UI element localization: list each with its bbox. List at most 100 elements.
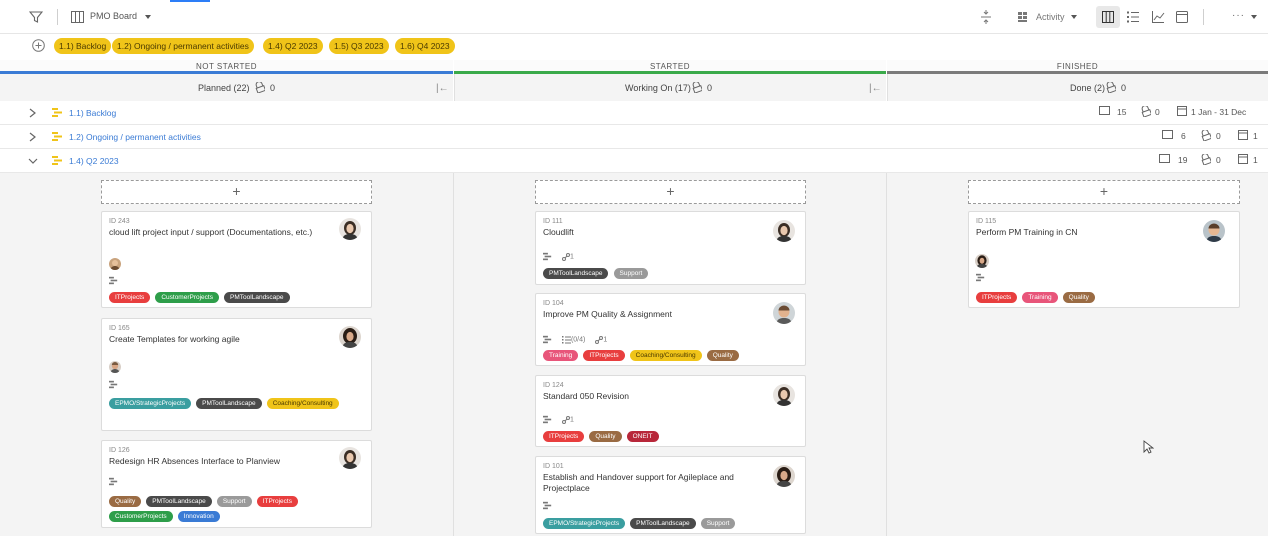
card-165[interactable]: ID 165 Create Templates for working agil… xyxy=(101,318,372,431)
tag[interactable]: ITProjects xyxy=(976,292,1018,303)
expand-lanes-icon[interactable] xyxy=(978,9,994,25)
avatar[interactable] xyxy=(339,326,361,348)
swimlane-icon[interactable] xyxy=(1016,9,1032,25)
card-111[interactable]: ID 111 Cloudlift 1 PMToolLandscape Suppo… xyxy=(535,211,806,285)
chevron-right-icon[interactable] xyxy=(28,108,37,118)
checklist-progress: (0/4) xyxy=(570,336,586,344)
tag[interactable]: EPMO/StrategicProjects xyxy=(109,398,192,409)
lane-icon xyxy=(109,276,118,286)
column-header-working-on[interactable]: Working On (17) 0 |← xyxy=(454,74,886,102)
lane-chip[interactable]: 1.2) Ongoing / permanent activities xyxy=(112,38,254,54)
tag[interactable]: Coaching/Consulting xyxy=(266,398,339,409)
tag[interactable]: Quality xyxy=(589,431,622,442)
lane-icon xyxy=(976,273,985,283)
chevron-right-icon[interactable] xyxy=(28,132,37,142)
swimlane-backlog[interactable]: 1.1) Backlog 15 0 1 Jan - 31 Dec xyxy=(0,101,1268,125)
collapse-column-icon[interactable]: |← xyxy=(436,83,449,94)
chevron-down-icon[interactable] xyxy=(1251,15,1257,19)
lane-chip[interactable]: 1.4) Q2 2023 xyxy=(263,38,323,54)
tag[interactable]: ITProjects xyxy=(543,431,585,442)
group-header-not-started: NOT STARTED xyxy=(0,60,453,74)
more-menu-button[interactable]: ··· xyxy=(1232,10,1245,21)
add-card-button[interactable]: + xyxy=(535,180,806,204)
card-title: Create Templates for working agile xyxy=(109,334,240,344)
avatar[interactable] xyxy=(109,258,121,270)
avatar[interactable] xyxy=(773,384,795,406)
tag[interactable]: Support xyxy=(216,496,252,507)
filter-icon[interactable] xyxy=(29,10,43,24)
activity-dropdown[interactable]: Activity xyxy=(1036,12,1065,22)
chevron-down-icon[interactable] xyxy=(1071,15,1077,19)
board-icon xyxy=(71,11,84,23)
tag[interactable]: Quality xyxy=(706,350,739,361)
card-meta-row: 1 xyxy=(543,415,574,425)
tag[interactable]: PMToolLandscape xyxy=(146,496,212,507)
tag[interactable]: PMToolLandscape xyxy=(543,268,609,279)
swimlane-ongoing[interactable]: 1.2) Ongoing / permanent activities 6 0 … xyxy=(0,125,1268,149)
board-title[interactable]: PMO Board xyxy=(90,11,137,21)
board-view-button[interactable] xyxy=(1096,6,1120,28)
tag[interactable]: Training xyxy=(543,350,579,361)
avatar[interactable] xyxy=(975,254,989,268)
tag[interactable]: Coaching/Consulting xyxy=(629,350,702,361)
child-count: 1 xyxy=(603,336,608,344)
avatar[interactable] xyxy=(773,465,795,487)
tag[interactable]: Quality xyxy=(1062,292,1095,303)
column-header-done[interactable]: Done (2) 0 xyxy=(887,74,1268,102)
avatar[interactable] xyxy=(339,447,361,469)
chart-view-button[interactable] xyxy=(1146,6,1170,28)
add-card-button[interactable]: + xyxy=(968,180,1240,204)
tag[interactable]: CustomerProjects xyxy=(109,511,173,522)
tag[interactable]: EPMO/StrategicProjects xyxy=(543,518,626,529)
add-filter-icon[interactable] xyxy=(32,39,45,52)
card-126[interactable]: ID 126 Redesign HR Absences Interface to… xyxy=(101,440,372,528)
tag[interactable]: Innovation xyxy=(177,511,220,522)
tag[interactable]: CustomerProjects xyxy=(155,292,219,303)
column-header-planned[interactable]: Planned (22) 0 |← xyxy=(0,74,453,102)
list-view-button[interactable] xyxy=(1121,6,1145,28)
avatar[interactable] xyxy=(773,302,795,324)
calendar-view-button[interactable] xyxy=(1170,6,1194,28)
toolbar-divider xyxy=(57,9,58,25)
tag[interactable]: Quality xyxy=(109,496,142,507)
child-cards-icon xyxy=(561,415,570,424)
card-243[interactable]: ID 243 cloud lift project input / suppor… xyxy=(101,211,372,308)
lane-chip[interactable]: 1.6) Q4 2023 xyxy=(395,38,455,54)
tag[interactable]: PMToolLandscape xyxy=(224,292,290,303)
tag[interactable]: PMToolLandscape xyxy=(196,398,262,409)
tag-list: ITProjects Training Quality xyxy=(976,292,1211,307)
chevron-down-icon[interactable] xyxy=(145,15,151,19)
tag-list: PMToolLandscape Support xyxy=(543,268,778,283)
lane-title[interactable]: 1.4) Q2 2023 xyxy=(69,156,119,166)
avatar[interactable] xyxy=(1203,220,1225,242)
card-101[interactable]: ID 101 Establish and Handover support fo… xyxy=(535,456,806,534)
avatar[interactable] xyxy=(773,220,795,242)
lane-chip[interactable]: 1.1) Backlog xyxy=(54,38,112,54)
tag[interactable]: ONEIT xyxy=(626,431,659,442)
lane-title[interactable]: 1.1) Backlog xyxy=(69,108,116,118)
card-115[interactable]: ID 115 Perform PM Training in CN ITProje… xyxy=(968,211,1240,308)
lane-title[interactable]: 1.2) Ongoing / permanent activities xyxy=(69,132,201,142)
child-count: 1 xyxy=(569,253,574,261)
card-title: Establish and Handover support for Agile… xyxy=(543,472,734,493)
tag[interactable]: ITProjects xyxy=(109,292,151,303)
card-meta-row: 1 xyxy=(543,252,574,262)
tag[interactable]: Training xyxy=(1022,292,1058,303)
lane-icon xyxy=(543,415,552,424)
tag[interactable]: PMToolLandscape xyxy=(630,518,696,529)
tag[interactable]: Support xyxy=(700,518,736,529)
card-104[interactable]: ID 104 Improve PM Quality & Assignment (… xyxy=(535,293,806,366)
tag[interactable]: ITProjects xyxy=(583,350,625,361)
chevron-down-icon[interactable] xyxy=(28,156,38,166)
tag[interactable]: ITProjects xyxy=(256,496,298,507)
add-card-button[interactable]: + xyxy=(101,180,372,204)
swimlane-q2-2023[interactable]: 1.4) Q2 2023 19 0 1 xyxy=(0,149,1268,173)
avatar[interactable] xyxy=(339,218,361,240)
tag[interactable]: Support xyxy=(613,268,649,279)
card-124[interactable]: ID 124 Standard 050 Revision 1 ITProject… xyxy=(535,375,806,447)
avatar[interactable] xyxy=(109,361,121,373)
collapse-column-icon[interactable]: |← xyxy=(869,83,882,94)
lane-icon xyxy=(543,335,552,344)
lane-chip[interactable]: 1.5) Q3 2023 xyxy=(329,38,389,54)
card-title: Improve PM Quality & Assignment xyxy=(543,309,672,319)
